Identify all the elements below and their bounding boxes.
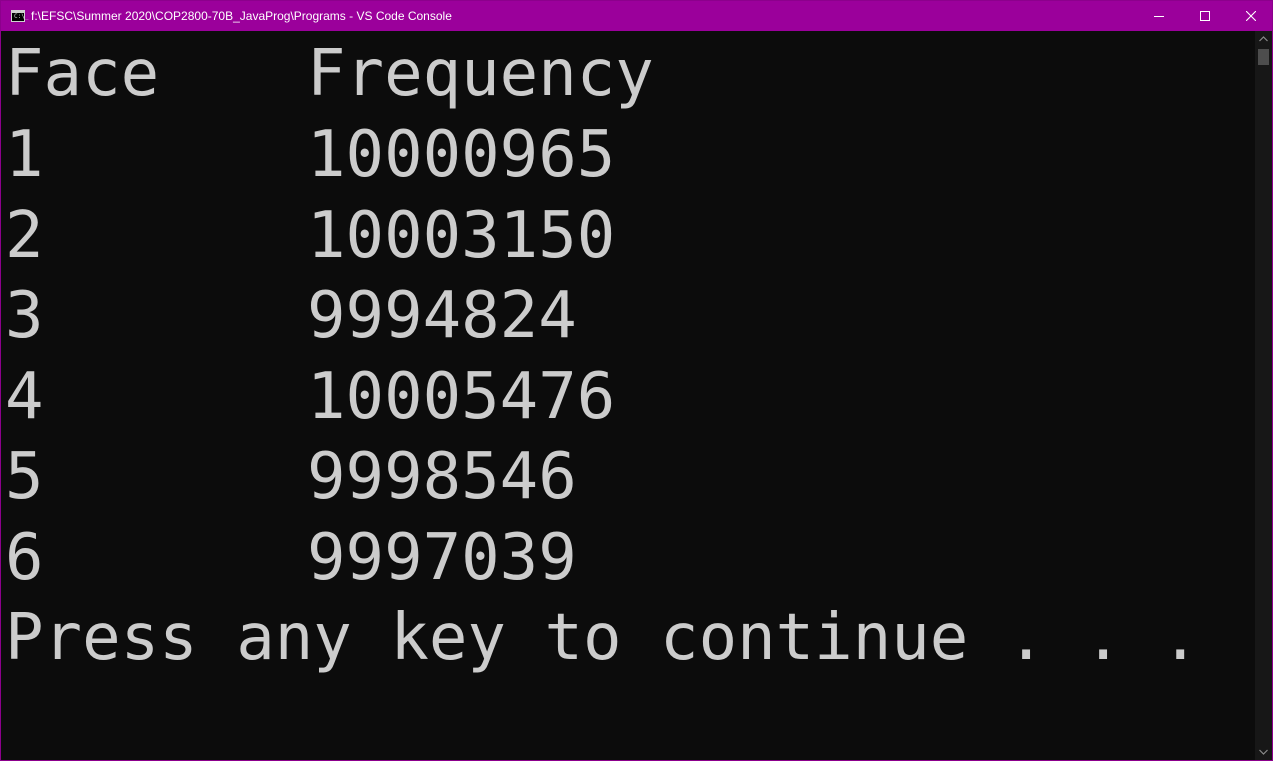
maximize-button[interactable] [1182, 1, 1228, 31]
header-row: Face Frequency [5, 34, 654, 115]
result-row: 6 9997039 [5, 518, 577, 599]
face-header: Face [5, 37, 160, 111]
face-value: 2 [5, 199, 44, 273]
close-button[interactable] [1228, 1, 1272, 31]
close-icon [1246, 11, 1256, 21]
face-value: 1 [5, 118, 44, 192]
scroll-up-button[interactable] [1255, 31, 1272, 47]
result-row: 1 10000965 [5, 115, 615, 196]
result-row: 5 9998546 [5, 437, 577, 518]
face-value: 4 [5, 360, 44, 434]
frequency-value: 10005476 [307, 360, 616, 434]
face-value: 6 [5, 521, 44, 595]
console-output[interactable]: Face Frequency 1 10000965 2 10003150 3 9… [1, 31, 1255, 760]
result-row: 4 10005476 [5, 357, 615, 438]
chevron-down-icon [1259, 749, 1268, 755]
icon-prompt-text: C:\_ [14, 13, 29, 20]
frequency-value: 9994824 [307, 279, 577, 353]
frequency-value: 10003150 [307, 199, 616, 273]
scroll-thumb[interactable] [1258, 49, 1269, 65]
frequency-value: 9998546 [307, 440, 577, 514]
vertical-scrollbar[interactable] [1255, 31, 1272, 760]
result-row: 3 9994824 [5, 276, 577, 357]
frequency-value: 10000965 [307, 118, 616, 192]
face-value: 3 [5, 279, 44, 353]
minimize-button[interactable] [1136, 1, 1182, 31]
scroll-down-button[interactable] [1255, 744, 1272, 760]
face-value: 5 [5, 440, 44, 514]
chevron-up-icon [1259, 36, 1268, 42]
frequency-value: 9997039 [307, 521, 577, 595]
minimize-icon [1154, 16, 1164, 17]
window-title: f:\EFSC\Summer 2020\COP2800-70B_JavaProg… [31, 9, 452, 23]
console-window: C:\_ f:\EFSC\Summer 2020\COP2800-70B_Jav… [0, 0, 1273, 761]
title-bar[interactable]: C:\_ f:\EFSC\Summer 2020\COP2800-70B_Jav… [1, 1, 1272, 31]
result-row: 2 10003150 [5, 196, 615, 277]
continue-prompt: Press any key to continue . . . [5, 601, 1200, 675]
console-app-icon[interactable]: C:\_ [11, 10, 29, 22]
maximize-icon [1200, 11, 1210, 21]
frequency-header: Frequency [307, 37, 654, 111]
